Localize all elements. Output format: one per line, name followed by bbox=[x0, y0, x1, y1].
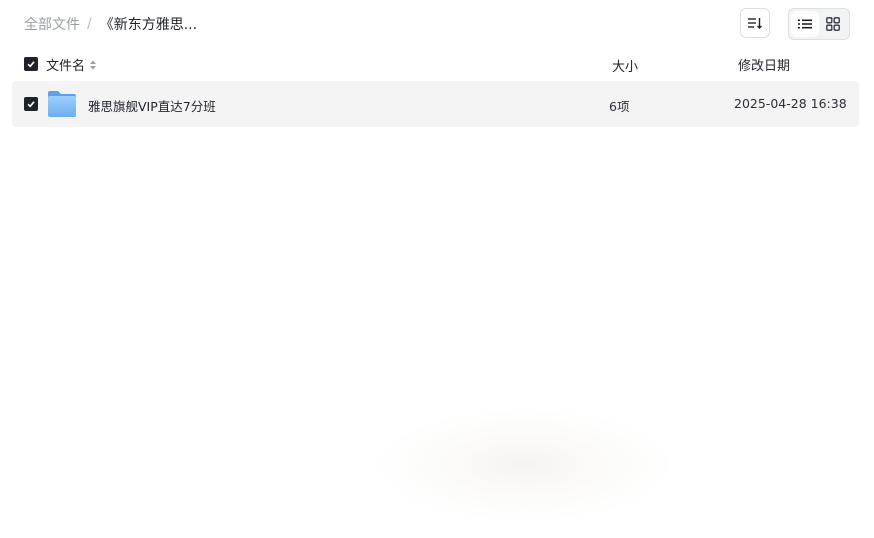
column-header-size: 大小 bbox=[612, 60, 639, 75]
check-icon bbox=[27, 101, 35, 108]
grid-view-button[interactable] bbox=[819, 11, 847, 37]
row-checkbox[interactable] bbox=[24, 97, 38, 111]
breadcrumb-root-link[interactable]: 全部文件 bbox=[24, 14, 80, 34]
select-all-checkbox[interactable] bbox=[24, 57, 38, 71]
breadcrumb-current: 《新东方雅思... bbox=[99, 17, 198, 33]
folder-icon bbox=[48, 91, 76, 117]
list-view-icon bbox=[798, 19, 812, 29]
table-header: 文件名 大小 修改日期 bbox=[12, 52, 859, 76]
breadcrumb: 全部文件 / 《新东方雅思... bbox=[24, 14, 197, 34]
file-modified: 2025-04-28 16:38 bbox=[734, 96, 847, 111]
view-toggle bbox=[788, 8, 850, 40]
sort-arrows-icon[interactable] bbox=[89, 59, 97, 71]
sort-button[interactable] bbox=[740, 8, 770, 38]
column-header-modified: 修改日期 bbox=[738, 59, 791, 74]
background-glow bbox=[380, 410, 670, 520]
breadcrumb-separator: / bbox=[87, 16, 92, 32]
file-size: 6项 bbox=[609, 99, 630, 114]
list-view-button[interactable] bbox=[791, 11, 819, 37]
file-name[interactable]: 雅思旗舰VIP直达7分班 bbox=[88, 96, 216, 115]
grid-view-icon bbox=[826, 17, 840, 31]
sort-icon bbox=[748, 18, 762, 29]
file-browser: 全部文件 / 《新东方雅思... 文件名 大小 修改日期 雅思旗舰VIP直达7分… bbox=[0, 0, 874, 538]
check-icon bbox=[27, 61, 35, 68]
table-row[interactable]: 雅思旗舰VIP直达7分班 6项 2025-04-28 16:38 bbox=[12, 81, 859, 127]
column-header-name-label: 文件名 bbox=[46, 59, 86, 74]
column-header-name[interactable]: 文件名 bbox=[46, 55, 97, 74]
